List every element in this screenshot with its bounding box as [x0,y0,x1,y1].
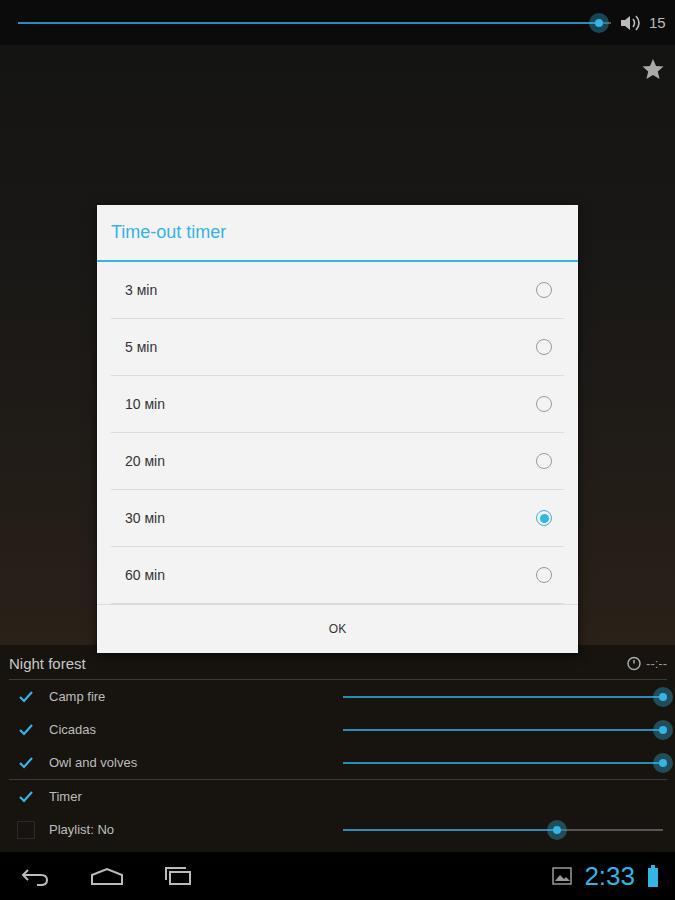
speaker-icon[interactable] [619,13,641,33]
tick-icon [18,789,34,805]
checkbox[interactable] [17,721,35,739]
back-icon[interactable] [20,866,50,886]
battery-icon [647,865,659,887]
radio-button[interactable] [536,567,552,583]
option-list: 3 мin 5 мin 10 мin 20 мin 30 мin 60 мin [97,262,578,604]
sound-row: Cicadas [9,713,667,746]
sound-list: Camp fire Cicadas Owl and volves [9,680,667,779]
volume-slider[interactable] [18,11,611,35]
timer-readout: --:-- [626,655,667,671]
recents-icon[interactable] [164,866,194,886]
ok-button[interactable]: OK [97,605,578,653]
home-icon[interactable] [90,866,124,886]
timer-option[interactable]: 60 мin [111,547,564,604]
sound-label: Camp fire [49,689,329,704]
timer-icon [626,655,642,671]
radio-button[interactable] [536,453,552,469]
radio-button[interactable] [536,282,552,298]
tick-icon [18,689,34,705]
sound-label: Owl and volves [49,755,329,770]
option-row: Playlist: No [9,813,667,846]
radio-button[interactable] [536,510,552,526]
radio-button[interactable] [536,396,552,412]
sound-row: Owl and volves [9,746,667,779]
timer-option[interactable]: 30 мin [111,490,564,547]
timeout-dialog: Time-out timer 3 мin 5 мin 10 мin 20 мin 30 м… [97,205,578,653]
status-area: 2:33 [552,861,659,892]
checkbox[interactable] [17,821,35,839]
option-label: 3 мin [125,282,157,298]
volume-reading: 15 [649,14,669,31]
radio-button[interactable] [536,339,552,355]
checkbox[interactable] [17,754,35,772]
sound-row: Camp fire [9,680,667,713]
option-label: 20 мin [125,453,165,469]
timer-option[interactable]: 10 мin [111,376,564,433]
star-icon[interactable] [641,57,665,81]
screen: 15 Night forest --:-- Camp fire Cicadas Owl a… [0,0,675,900]
dialog-title: Time-out timer [97,205,578,262]
option-list: Timer Playlist: No [9,779,667,846]
scene-title: Night forest [9,655,86,672]
scene-panel: Night forest --:-- Camp fire Cicadas Owl and… [0,645,675,852]
option-row: Timer [9,780,667,813]
timer-text: --:-- [646,656,667,671]
timer-option[interactable]: 3 мin [111,262,564,319]
clock: 2:33 [584,861,635,892]
navigation-bar: 2:33 [0,852,675,900]
tick-icon [18,722,34,738]
gallery-icon [552,867,572,885]
option-label: 30 мin [125,510,165,526]
option-slider[interactable] [343,818,663,842]
sound-slider[interactable] [343,718,663,742]
volume-bar: 15 [0,0,675,45]
checkbox[interactable] [17,788,35,806]
sound-slider[interactable] [343,751,663,775]
sound-slider[interactable] [343,685,663,709]
option-label: Playlist: No [49,822,329,837]
tick-icon [18,755,34,771]
option-label: Timer [49,789,329,804]
timer-option[interactable]: 20 мin [111,433,564,490]
option-label: 5 мin [125,339,157,355]
option-label: 60 мin [125,567,165,583]
sound-label: Cicadas [49,722,329,737]
checkbox[interactable] [17,688,35,706]
option-label: 10 мin [125,396,165,412]
timer-option[interactable]: 5 мin [111,319,564,376]
